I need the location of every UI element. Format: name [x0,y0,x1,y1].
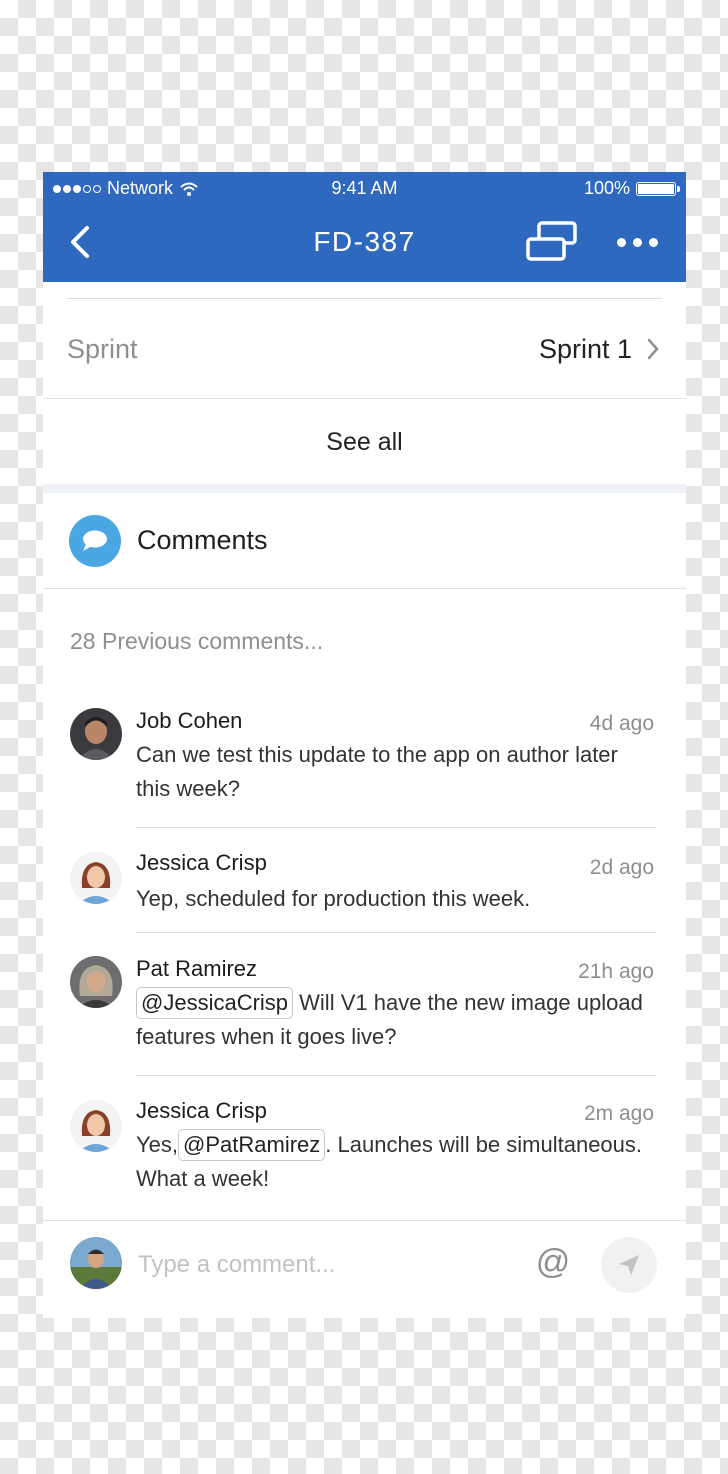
comment-composer: @ [43,1220,686,1318]
see-all-button[interactable]: See all [43,400,686,484]
mention-button[interactable]: @ [533,1241,573,1283]
comment-bubble-icon [69,514,121,567]
divider [67,298,662,299]
comment-text: Yes, @PatRamirez. Launches will be simult… [136,1128,656,1196]
comment-text-prefix: Yes, [136,1132,179,1157]
comments-title: Comments [137,525,268,555]
avatar [70,1237,122,1289]
battery-icon [636,181,680,196]
at-icon: @ [535,1243,571,1281]
send-icon [619,1255,639,1275]
previous-comments-link[interactable]: 28 Previous comments... [70,628,323,655]
avatar[interactable] [70,956,122,1008]
comment-author: Jessica Crisp [136,850,267,875]
phone-screen: Network 9:41 AM 100% FD-387 Sprint Sprin… [43,172,686,1318]
comment-author: Pat Ramirez [136,956,258,981]
comment-time: 4d ago [589,712,654,735]
screens-button[interactable] [525,220,579,264]
send-button[interactable] [601,1237,657,1293]
comment-author: Job Cohen [136,708,243,733]
screens-icon [526,221,577,261]
divider [136,827,656,828]
avatar[interactable] [70,1100,122,1152]
avatar[interactable] [70,708,122,760]
comment-time: 2m ago [583,1102,654,1125]
status-right: 100% [583,178,680,199]
sprint-label: Sprint [67,333,138,364]
sprint-value: Sprint 1 [538,333,632,364]
divider [136,932,656,933]
mention-tag[interactable]: @JessicaCrisp [136,987,294,1019]
comment-text: Can we test this update to the app on au… [136,742,618,801]
page-title: FD-387 [313,226,416,257]
comment-time: 2d ago [589,856,654,879]
comment-text: Yep, scheduled for production this week. [136,886,531,911]
nav-row: FD-387 [43,204,686,282]
divider [136,1075,656,1076]
comment-input[interactable] [138,1245,498,1285]
mention-tag[interactable]: @PatRamirez [178,1129,326,1161]
avatar[interactable] [70,852,122,904]
comments-header: Comments [43,493,686,589]
more-icon [632,237,642,247]
comment-author: Jessica Crisp [136,1098,267,1123]
more-icon [648,237,658,247]
more-icon [616,237,626,247]
more-button[interactable] [613,232,661,252]
top-bar: Network 9:41 AM 100% FD-387 [43,172,686,282]
section-band [43,484,686,493]
status-bar: Network 9:41 AM 100% [43,172,686,204]
comment-text: @JessicaCrisp Will V1 have the new image… [136,986,656,1054]
chevron-right-icon [647,338,659,360]
sprint-row[interactable]: Sprint Sprint 1 [43,300,686,399]
comment-time: 21h ago [578,960,654,983]
battery-percent: 100% [583,178,630,198]
